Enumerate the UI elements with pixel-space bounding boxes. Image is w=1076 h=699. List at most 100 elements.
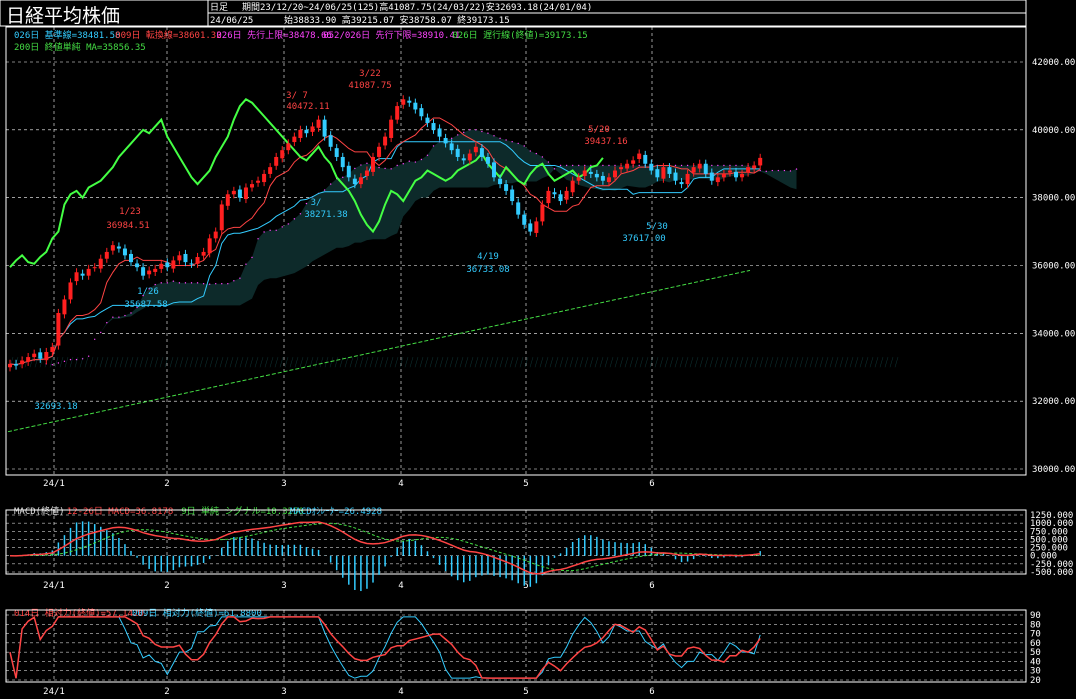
- candle-body: [110, 245, 115, 251]
- candle-body: [443, 137, 448, 144]
- date-label: 24/06/25: [210, 16, 253, 26]
- rsi-y-tick: 20: [1030, 676, 1041, 686]
- cloud-hatch: [439, 357, 444, 368]
- price-y-tick: 36000.00: [1032, 262, 1075, 272]
- candle-body: [377, 146, 382, 157]
- cloud-hatch: [299, 357, 304, 368]
- candle-body: [570, 180, 575, 193]
- cloud-hatch: [789, 357, 794, 368]
- cloud-hatch: [484, 357, 489, 368]
- cloud-hatch: [664, 357, 669, 368]
- cloud-hatch: [374, 357, 379, 368]
- macd-legend-item-3: MACDｵｼﾚｰﾀｰ=26.4928: [290, 506, 382, 517]
- cloud-hatch: [814, 357, 819, 368]
- candle-body: [171, 260, 176, 269]
- cloud-hatch: [94, 357, 99, 368]
- candle-body: [44, 351, 49, 361]
- senkou-upper-point: [771, 169, 773, 172]
- senkou-upper-point: [208, 283, 211, 285]
- candle-body: [709, 172, 714, 181]
- candle-body: [758, 157, 763, 166]
- senkou-upper-point: [402, 163, 404, 165]
- grid-lines: [6, 27, 1026, 682]
- candle-body: [619, 167, 624, 170]
- cloud-hatch: [619, 357, 624, 368]
- x-tick-label: 5: [523, 479, 528, 489]
- senkou-upper-point: [390, 168, 392, 170]
- cloud-hatch: [454, 357, 459, 368]
- senkou-upper-point: [517, 142, 519, 145]
- period-info: 期間23/12/20~24/06/25(125)高41087.75(24/03/…: [242, 1, 592, 13]
- cloud-hatch: [529, 357, 534, 368]
- annotation-label: 35687.58: [124, 300, 167, 310]
- candle-body: [250, 184, 254, 188]
- candle-body: [479, 148, 484, 157]
- candle-body: [407, 100, 412, 103]
- cloud-hatch: [894, 357, 899, 368]
- cloud-hatch: [139, 357, 144, 368]
- candle-body: [485, 156, 490, 164]
- annotation-label: 1/26: [137, 287, 159, 297]
- x-tick-label: 6: [649, 687, 654, 697]
- cloud-hatch: [854, 357, 859, 368]
- cloud-hatch: [604, 357, 609, 368]
- cloud-hatch: [624, 357, 629, 368]
- cloud-hatch: [409, 357, 414, 368]
- cloud-hatch: [169, 357, 174, 368]
- candle-body: [207, 238, 212, 254]
- cloud-hatch: [504, 357, 509, 368]
- senkou-upper-point: [396, 164, 398, 167]
- senkou-upper-point: [360, 164, 362, 166]
- cloud-hatch: [524, 357, 529, 368]
- cloud-hatch: [569, 357, 574, 368]
- cloud-hatch: [479, 357, 484, 368]
- candle-body: [147, 270, 152, 275]
- cloud-hatch: [89, 357, 94, 368]
- cloud-hatch: [494, 357, 499, 368]
- candle-body: [256, 180, 261, 183]
- cloud-hatch: [154, 357, 159, 368]
- cloud-hatch: [809, 357, 814, 368]
- senkou-upper-point: [584, 164, 586, 167]
- cloud-hatch: [864, 357, 869, 368]
- candle-body: [14, 363, 19, 366]
- cloud-hatch: [434, 357, 439, 368]
- candle-body: [92, 267, 97, 269]
- senkou-upper-point: [172, 280, 175, 282]
- cloud-hatch: [609, 357, 614, 368]
- senkou-upper-point: [765, 170, 767, 173]
- cloud-hatch: [649, 357, 654, 368]
- senkou-upper-point: [118, 316, 120, 318]
- cloud-hatch: [204, 357, 209, 368]
- y-axis-labels: 42000.00 40000.00 38000.00 36000.00 34000.00…: [1032, 58, 1075, 475]
- cloud-hatch: [394, 357, 399, 368]
- senkou-upper-point: [475, 129, 477, 131]
- candle-body: [528, 223, 533, 232]
- cloud-hatch: [184, 357, 189, 368]
- candle-body: [437, 128, 442, 137]
- senkou-upper-point: [239, 277, 241, 279]
- senkou-upper-point: [571, 164, 574, 167]
- legend-item-5: 200日 終値単純 MA=35856.35: [14, 41, 146, 53]
- candle-body: [492, 162, 496, 178]
- x-tick-label: 3: [281, 479, 286, 489]
- cloud-hatch: [289, 357, 294, 368]
- candle-body: [98, 258, 103, 269]
- x-tick-label: 24/1: [43, 479, 65, 489]
- candle-body: [358, 177, 363, 185]
- senkou-upper-point: [245, 263, 247, 265]
- senkou-upper-point: [614, 164, 616, 167]
- candle-body: [135, 263, 140, 268]
- senkou-upper-point: [735, 164, 737, 167]
- annotation-label: 36984.51: [106, 221, 149, 231]
- senkou-upper-point: [305, 202, 308, 205]
- cloud-hatch: [869, 357, 874, 368]
- cloud-hatch: [474, 357, 479, 368]
- candle-body: [292, 136, 297, 143]
- senkou-upper-point: [342, 176, 344, 179]
- candle-body: [346, 165, 351, 178]
- cloud-hatch: [459, 357, 464, 368]
- cloud-hatch: [794, 357, 799, 368]
- candle-body: [268, 167, 273, 174]
- legend-item-3: 052/026日 先行下限=38910.41: [323, 29, 460, 41]
